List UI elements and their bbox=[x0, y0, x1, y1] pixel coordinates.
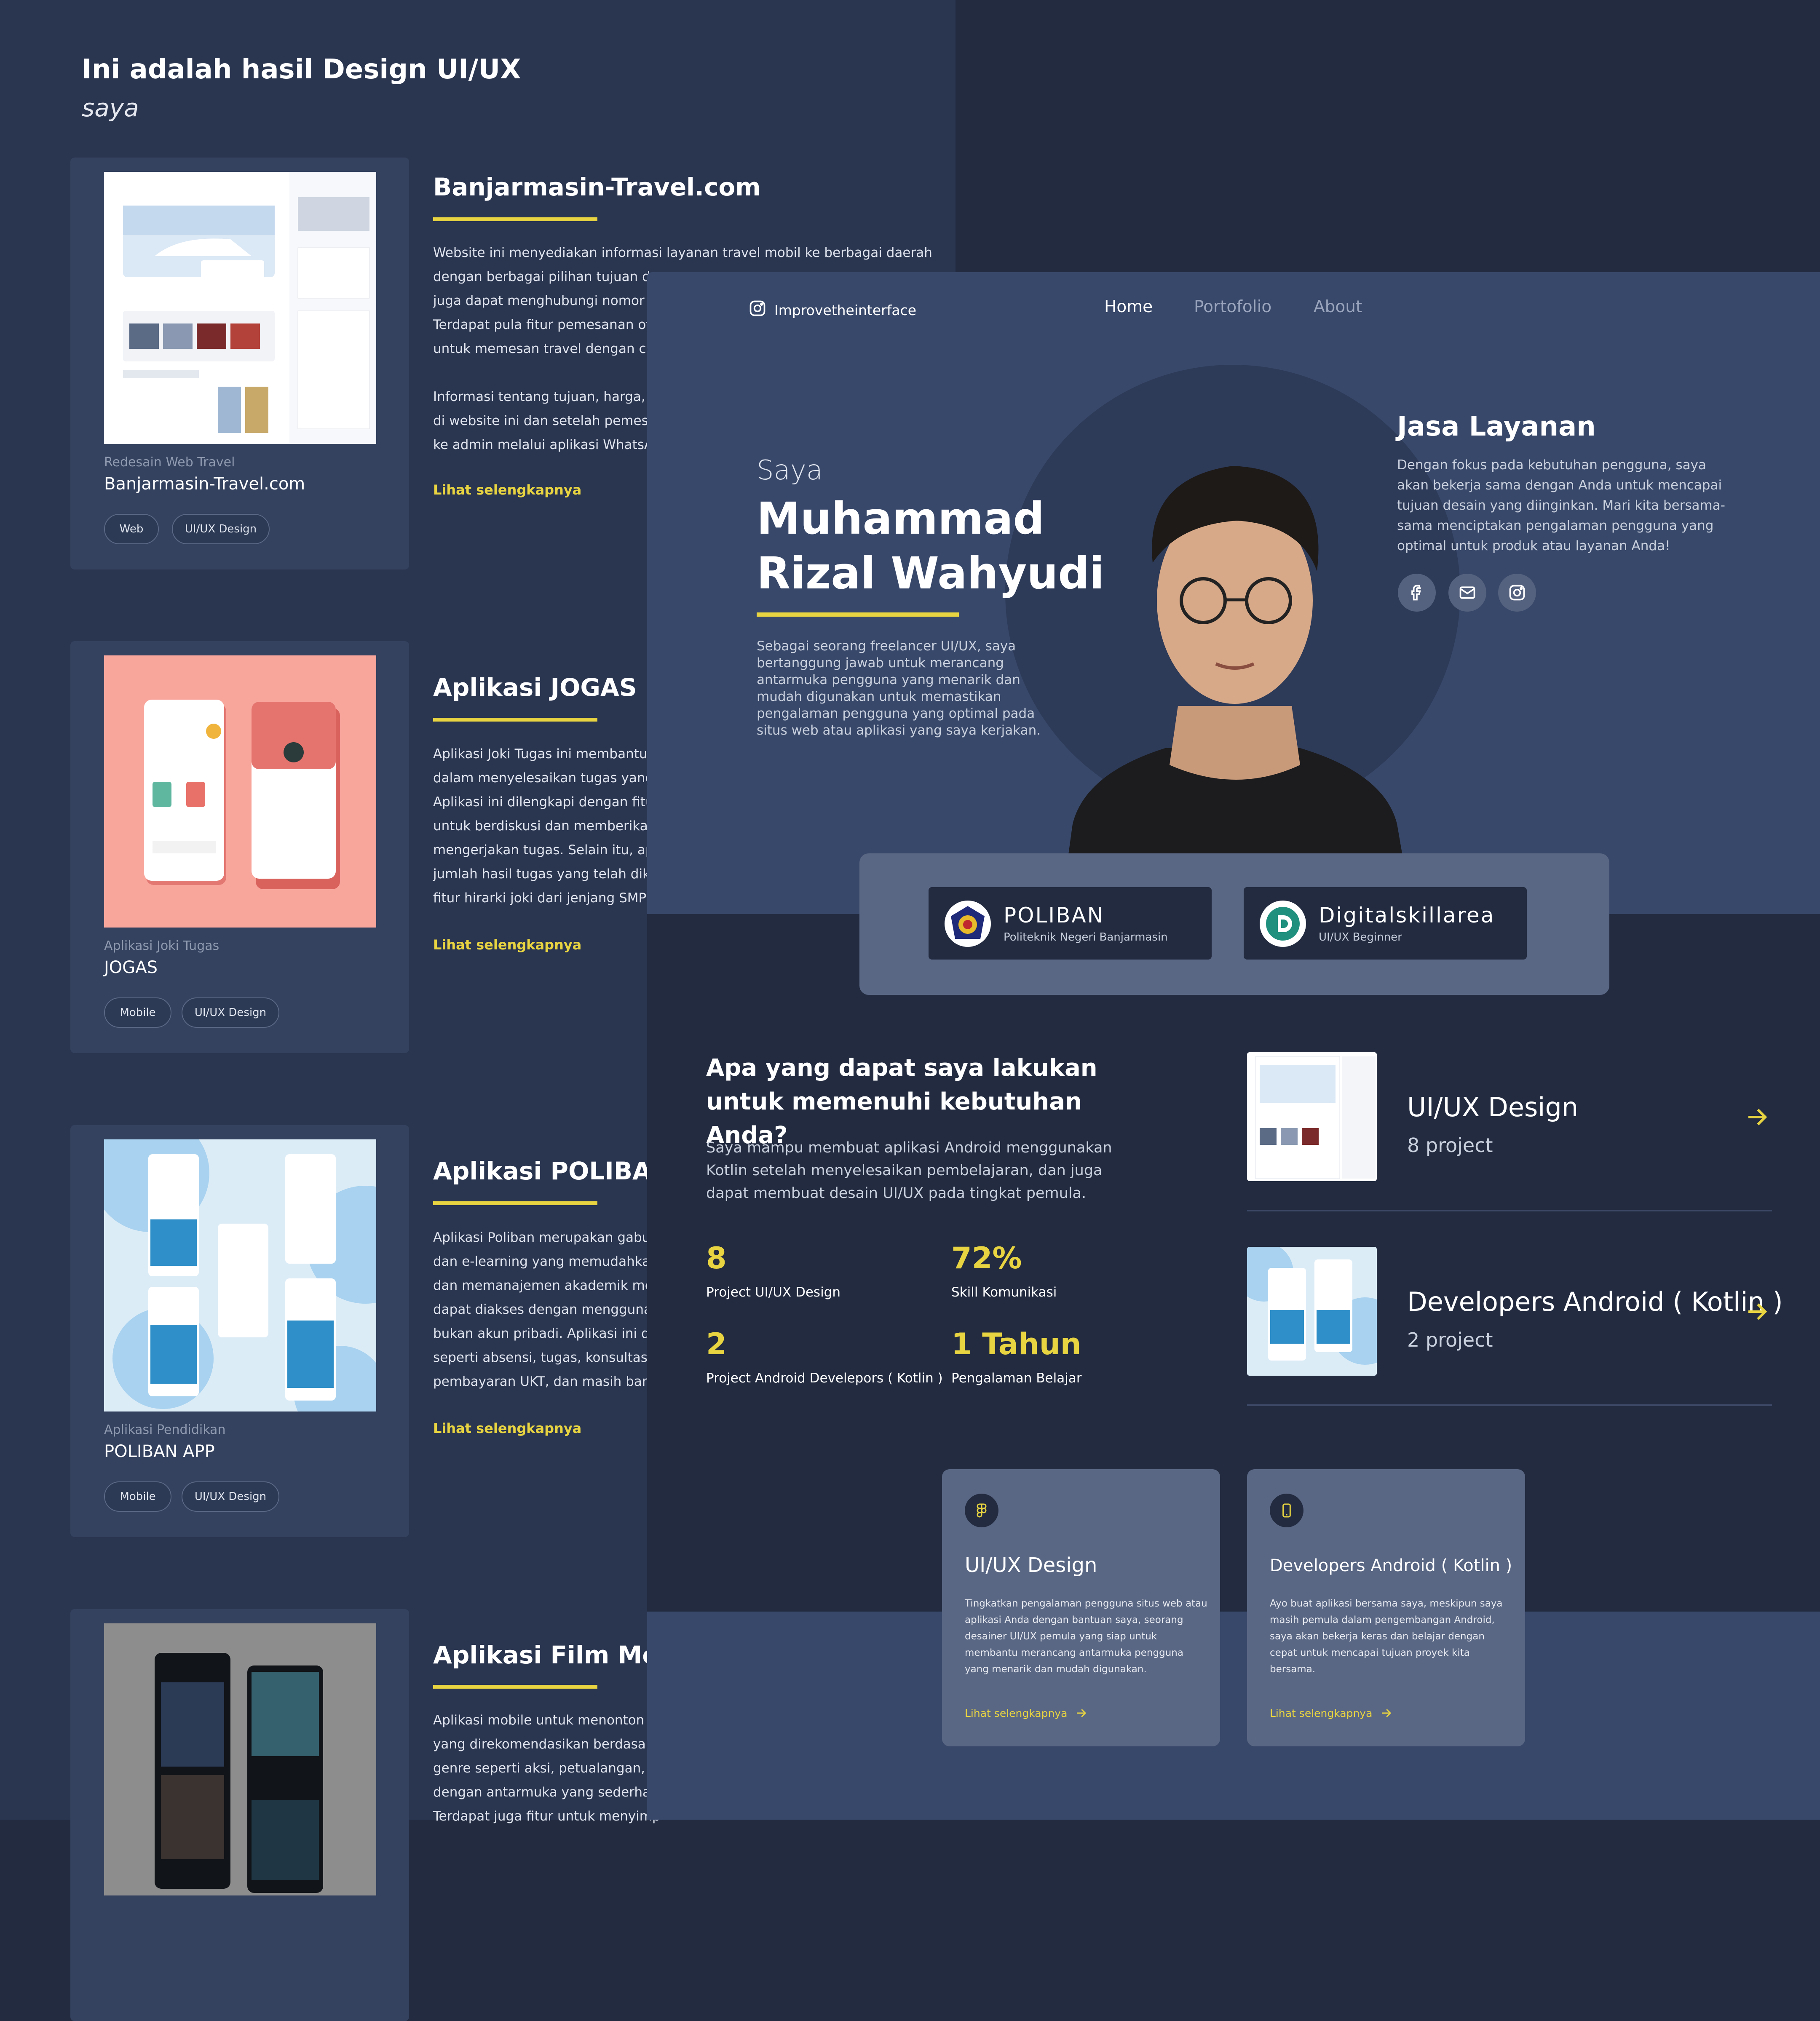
nav-home[interactable]: Home bbox=[1104, 297, 1153, 316]
title-underline bbox=[433, 718, 597, 722]
title-underline bbox=[433, 1685, 597, 1689]
service-thumbnail-uiux bbox=[1247, 1052, 1377, 1181]
title-underline bbox=[433, 217, 597, 221]
smartphone-icon bbox=[1270, 1494, 1303, 1527]
nav-portofolio[interactable]: Portofolio bbox=[1194, 297, 1271, 316]
hero-greeting: Saya bbox=[757, 455, 823, 486]
portfolio-heading: Ini adalah hasil Design UI/UX bbox=[82, 54, 521, 85]
divider bbox=[1247, 1210, 1772, 1211]
instagram-button[interactable] bbox=[1498, 574, 1536, 612]
project-title-jogas: Aplikasi JOGAS ( J bbox=[433, 673, 674, 702]
portfolio-subheading: saya bbox=[82, 94, 139, 122]
project-title-travel: Banjarmasin-Travel.com bbox=[433, 173, 761, 201]
instagram-icon bbox=[748, 299, 767, 321]
education-card-poliban[interactable]: POLIBAN Politeknik Negeri Banjarmasin bbox=[929, 887, 1212, 960]
stat-value: 72% bbox=[951, 1241, 1022, 1275]
education-subtitle: Politeknik Negeri Banjarmasin bbox=[1004, 931, 1168, 944]
arrow-right-icon[interactable] bbox=[1744, 1104, 1769, 1130]
hero-description: Sebagai seorang freelancer UI/UX, saya b… bbox=[757, 639, 1041, 738]
project-category: Redesain Web Travel bbox=[104, 455, 235, 470]
service-row-title: Developers Android ( Kotlin ) bbox=[1407, 1286, 1783, 1317]
project-title-poliban: Aplikasi POLIBAN bbox=[433, 1157, 672, 1185]
education-name: POLIBAN bbox=[1004, 903, 1105, 928]
project-thumbnail-jogas bbox=[104, 655, 376, 928]
divider bbox=[1247, 1404, 1772, 1406]
figma-icon bbox=[965, 1494, 998, 1527]
project-card-film[interactable] bbox=[70, 1609, 409, 2021]
facebook-icon bbox=[1411, 585, 1421, 601]
service-card-title: Developers Android ( Kotlin ) bbox=[1270, 1556, 1512, 1575]
stat-value: 1 Tahun bbox=[951, 1327, 1081, 1361]
education-subtitle: UI/UX Beginner bbox=[1319, 931, 1402, 944]
jasa-description: Dengan fokus pada kebutuhan pengguna, sa… bbox=[1397, 457, 1725, 553]
stat-value: 8 bbox=[706, 1241, 727, 1275]
project-name: POLIBAN APP bbox=[104, 1442, 215, 1461]
education-card-digitalskillarea[interactable]: Digitalskillarea UI/UX Beginner bbox=[1244, 887, 1527, 960]
service-row-title: UI/UX Design bbox=[1407, 1092, 1579, 1123]
digitalskillarea-logo-icon bbox=[1260, 901, 1306, 947]
nav-about[interactable]: About bbox=[1314, 297, 1362, 316]
service-thumbnail-android bbox=[1247, 1247, 1377, 1376]
arrow-right-icon bbox=[1382, 1709, 1392, 1717]
landing-page: Improvetheinterface Home Portofolio Abou… bbox=[647, 272, 1820, 1820]
services-intro-description: Saya mampu membuat aplikasi Android meng… bbox=[706, 1139, 1112, 1202]
stat-label: Project UI/UX Design bbox=[706, 1285, 841, 1300]
project-thumbnail-poliban bbox=[104, 1139, 376, 1411]
service-card-description: Tingkatkan pengalaman pengguna situs web… bbox=[965, 1598, 1207, 1675]
project-name: Banjarmasin-Travel.com bbox=[104, 474, 305, 494]
service-card-android[interactable]: Developers Android ( Kotlin ) Ayo buat a… bbox=[1247, 1469, 1525, 1746]
education-panel: POLIBAN Politeknik Negeri Banjarmasin Di… bbox=[859, 853, 1609, 995]
see-more-link[interactable]: Lihat selengkapnya bbox=[1270, 1707, 1392, 1719]
brand-name: Improvetheinterface bbox=[774, 302, 917, 318]
project-thumbnail-travel bbox=[104, 172, 376, 444]
service-row-count: 2 project bbox=[1407, 1329, 1493, 1351]
brand[interactable]: Improvetheinterface bbox=[748, 299, 916, 321]
education-name: Digitalskillarea bbox=[1319, 903, 1495, 928]
see-more-link[interactable]: Lihat selengkapnya bbox=[965, 1707, 1087, 1719]
instagram-icon bbox=[1509, 585, 1525, 601]
stat-value: 2 bbox=[706, 1327, 727, 1361]
title-underline bbox=[433, 1201, 597, 1205]
service-card-title: UI/UX Design bbox=[965, 1553, 1097, 1577]
project-card-jogas[interactable]: Aplikasi Joki Tugas JOGAS Mobile UI/UX D… bbox=[70, 641, 409, 1053]
service-card-description: Ayo buat aplikasi bersama saya, meskipun… bbox=[1270, 1598, 1503, 1675]
project-name: JOGAS bbox=[104, 958, 158, 977]
project-card-poliban[interactable]: Aplikasi Pendidikan POLIBAN APP Mobile U… bbox=[70, 1125, 409, 1537]
service-row-count: 8 project bbox=[1407, 1134, 1493, 1157]
hero-section: Improvetheinterface Home Portofolio Abou… bbox=[647, 272, 1820, 946]
name-underline bbox=[757, 612, 959, 617]
tag-uiux[interactable]: UI/UX Design bbox=[172, 514, 270, 544]
stat-label: Skill Komunikasi bbox=[951, 1285, 1057, 1300]
tag-uiux[interactable]: UI/UX Design bbox=[182, 997, 279, 1028]
hero-name: Muhammad Rizal Wahyudi bbox=[757, 493, 1105, 599]
stat-label: Pengalaman Belajar bbox=[951, 1371, 1082, 1386]
bottom-band bbox=[647, 1612, 1820, 1820]
tag-mobile[interactable]: Mobile bbox=[104, 997, 171, 1028]
project-thumbnail-film bbox=[104, 1623, 376, 1895]
mail-button[interactable] bbox=[1448, 574, 1486, 612]
facebook-button[interactable] bbox=[1398, 574, 1436, 612]
see-more-label: Lihat selengkapnya bbox=[965, 1707, 1068, 1719]
arrow-right-icon[interactable] bbox=[1744, 1299, 1769, 1324]
poliban-logo-icon bbox=[945, 901, 991, 947]
arrow-right-icon bbox=[1077, 1709, 1087, 1717]
project-card-travel[interactable]: Redesain Web Travel Banjarmasin-Travel.c… bbox=[70, 158, 409, 569]
project-category: Aplikasi Joki Tugas bbox=[104, 938, 219, 953]
see-more-link[interactable]: Lihat selengkapnya bbox=[433, 937, 581, 953]
see-more-link[interactable]: Lihat selengkapnya bbox=[433, 1420, 581, 1436]
tag-mobile[interactable]: Mobile bbox=[104, 1481, 171, 1512]
see-more-link[interactable]: Lihat selengkapnya bbox=[433, 482, 581, 498]
jasa-title: Jasa Layanan bbox=[1397, 411, 1596, 442]
project-category: Aplikasi Pendidikan bbox=[104, 1422, 226, 1437]
stat-label: Project Android Develepors ( Kotlin ) bbox=[706, 1371, 943, 1386]
see-more-label: Lihat selengkapnya bbox=[1270, 1707, 1373, 1719]
tag-uiux[interactable]: UI/UX Design bbox=[182, 1481, 279, 1512]
tag-web[interactable]: Web bbox=[104, 514, 159, 544]
mail-icon bbox=[1459, 586, 1475, 599]
service-card-uiux[interactable]: UI/UX Design Tingkatkan pengalaman pengg… bbox=[942, 1469, 1220, 1746]
